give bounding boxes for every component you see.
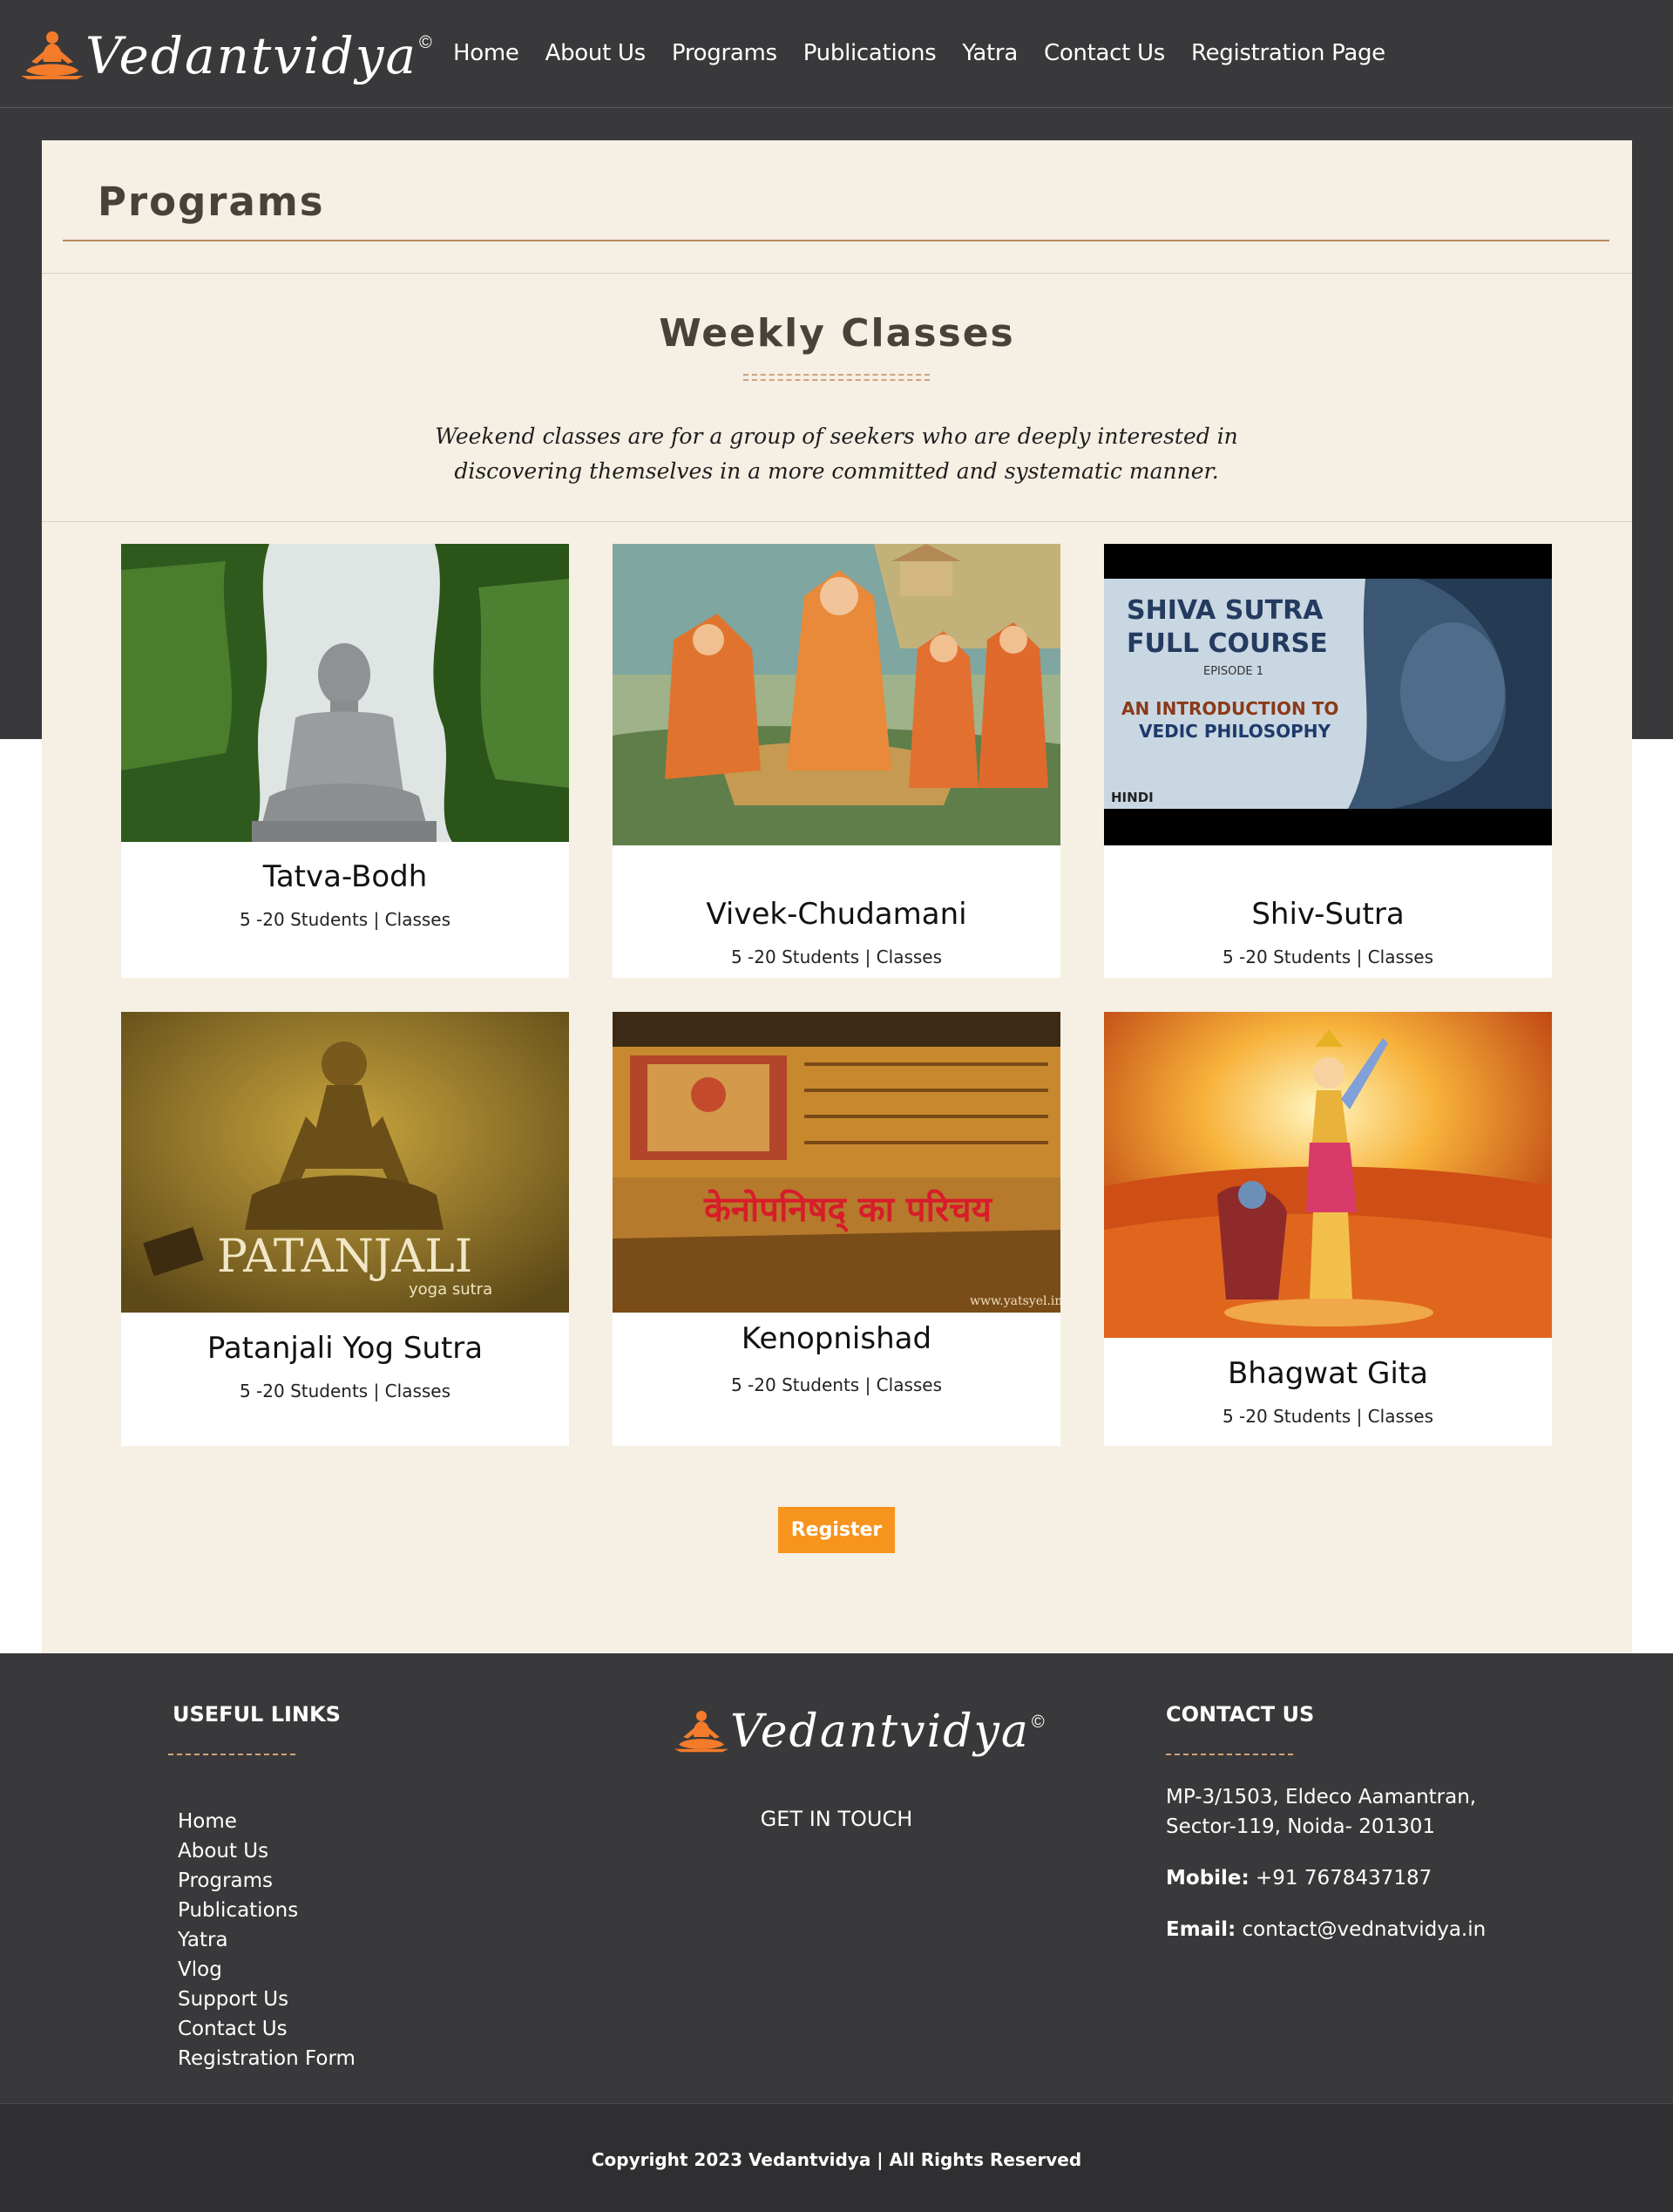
card-image [1104, 1012, 1552, 1338]
footer-logo[interactable]: Vedantvidya © [674, 1706, 1045, 1758]
useful-links-list: Home About Us Programs Publications Yatr… [178, 1807, 356, 2073]
footer-link-registration-form[interactable]: Registration Form [178, 2044, 356, 2073]
section-heading: Weekly Classes [659, 311, 1015, 356]
heading-underline [743, 374, 930, 376]
image-caption: PATANJALI [217, 1231, 472, 1283]
manuscript-image: केनोपनिषद् का परिचय www.yatsyel.in [613, 1012, 1060, 1313]
nav-contact-us[interactable]: Contact Us [1044, 40, 1165, 66]
heading-underline [1166, 1754, 1293, 1755]
krishna-arjuna-image [1104, 1012, 1552, 1338]
nav-programs[interactable]: Programs [672, 40, 777, 66]
copyright-symbol: © [1031, 1713, 1045, 1732]
thumbnail-subtitle-1: AN INTRODUCTION TO [1121, 698, 1338, 719]
copyright-text: Copyright 2023 Vedantvidya | All Rights … [591, 2149, 1082, 2170]
program-card-vivek-chudamani[interactable]: Vivek-Chudamani 5 -20 Students | Classes [613, 544, 1060, 978]
program-card-patanjali-yog-sutra[interactable]: PATANJALI yoga sutra Patanjali Yog Sutra… [121, 1012, 569, 1446]
image-caption: केनोपनिषद् का परिचय [703, 1189, 993, 1232]
section-intro: Weekend classes are for a group of seeke… [435, 424, 1238, 484]
thumbnail-episode: EPISODE 1 [1203, 665, 1263, 678]
card-meta: 5 -20 Students | Classes [1222, 947, 1434, 967]
mobile-row: Mobile: +91 7678437187 [1166, 1863, 1486, 1893]
email-row: Email: contact@vednatvidya.in [1166, 1915, 1486, 1944]
buddha-statue-image [121, 544, 569, 842]
thumbnail-language-tag: HINDI [1111, 790, 1154, 805]
footer-link-programs[interactable]: Programs [178, 1866, 356, 1896]
site-logo[interactable]: Vedantvidya © [21, 26, 432, 85]
programs-content: Programs Weekly Classes Weekend classes … [42, 140, 1632, 1653]
nav-home[interactable]: Home [453, 40, 519, 66]
email-label: Email: [1166, 1918, 1236, 1941]
copyright-bar: Copyright 2023 Vedantvidya | All Rights … [0, 2103, 1673, 2212]
program-card-tatva-bodh[interactable]: Tatva-Bodh 5 -20 Students | Classes [121, 544, 569, 978]
address: MP-3/1503, Eldeco Aamantran, Sector-119,… [1166, 1782, 1486, 1842]
program-card-kenopnishad[interactable]: केनोपनिषद् का परिचय www.yatsyel.in Kenop… [613, 1012, 1060, 1446]
logo-text: Vedantvidya [85, 26, 418, 85]
adi-shankaracharya-painting-image [613, 544, 1060, 845]
nav-registration-page[interactable]: Registration Page [1191, 40, 1385, 66]
card-title: Bhagwat Gita [1227, 1356, 1429, 1391]
main-nav: Home About Us Programs Publications Yatr… [440, 40, 1399, 66]
nav-about-us[interactable]: About Us [545, 40, 647, 66]
card-image: SHIVA SUTRA FULL COURSE EPISODE 1 AN INT… [1104, 544, 1552, 845]
meditating-figure-icon [674, 1710, 728, 1753]
site-footer: USEFUL LINKS Home About Us Programs Publ… [0, 1653, 1673, 2103]
mobile-number[interactable]: +91 7678437187 [1256, 1867, 1432, 1890]
register-button[interactable]: Register [778, 1507, 895, 1553]
card-image: PATANJALI yoga sutra [121, 1012, 569, 1313]
program-card-shiv-sutra[interactable]: SHIVA SUTRA FULL COURSE EPISODE 1 AN INT… [1104, 544, 1552, 978]
page-title: Programs [98, 179, 325, 225]
card-title: Patanjali Yog Sutra [207, 1331, 484, 1366]
card-title: Tatva-Bodh [262, 859, 428, 894]
address-line-1: MP-3/1503, Eldeco Aamantran, [1166, 1786, 1477, 1808]
card-image [121, 544, 569, 842]
patanjali-image: PATANJALI yoga sutra [121, 1012, 569, 1313]
card-meta: 5 -20 Students | Classes [730, 1374, 943, 1395]
card-title: Kenopnishad [741, 1321, 932, 1356]
image-credit: www.yatsyel.in [970, 1294, 1060, 1308]
footer-link-publications[interactable]: Publications [178, 1896, 356, 1925]
card-meta: 5 -20 Students | Classes [1222, 1406, 1434, 1427]
footer-link-about-us[interactable]: About Us [178, 1836, 356, 1866]
address-line-2: Sector-119, Noida- 201301 [1166, 1815, 1436, 1838]
footer-link-vlog[interactable]: Vlog [178, 1955, 356, 1985]
meditating-figure-icon [21, 31, 84, 79]
card-image: केनोपनिषद् का परिचय www.yatsyel.in [613, 1012, 1060, 1313]
thumbnail-title-2: FULL COURSE [1127, 628, 1328, 659]
footer-link-contact-us[interactable]: Contact Us [178, 2014, 356, 2044]
thumbnail-title-1: SHIVA SUTRA [1127, 595, 1324, 626]
card-meta: 5 -20 Students | Classes [239, 1381, 451, 1401]
shiva-sutra-video-thumbnail: SHIVA SUTRA FULL COURSE EPISODE 1 AN INT… [1104, 544, 1552, 845]
email-address[interactable]: contact@vednatvidya.in [1242, 1918, 1486, 1941]
card-title: Shiv-Sutra [1251, 897, 1405, 932]
copyright-symbol: © [419, 33, 432, 52]
heading-underline [743, 379, 930, 381]
useful-links-heading: USEFUL LINKS [173, 1702, 341, 1727]
footer-link-yatra[interactable]: Yatra [178, 1925, 356, 1955]
nav-publications[interactable]: Publications [803, 40, 937, 66]
card-title: Vivek-Chudamani [706, 897, 967, 932]
card-image [613, 544, 1060, 845]
image-subcaption: yoga sutra [409, 1280, 492, 1299]
divider [42, 521, 1632, 522]
nav-yatra[interactable]: Yatra [962, 40, 1018, 66]
footer-link-support-us[interactable]: Support Us [178, 1985, 356, 2014]
card-meta: 5 -20 Students | Classes [239, 909, 451, 930]
divider [42, 273, 1632, 274]
program-card-bhagwat-gita[interactable]: Bhagwat Gita 5 -20 Students | Classes [1104, 1012, 1552, 1446]
contact-details: MP-3/1503, Eldeco Aamantran, Sector-119,… [1166, 1782, 1486, 1966]
site-header: Vedantvidya © Home About Us Programs Pub… [0, 0, 1673, 108]
logo-text: Vedantvidya [730, 1706, 1030, 1758]
contact-us-heading: CONTACT US [1166, 1702, 1315, 1727]
thumbnail-subtitle-2: VEDIC PHILOSOPHY [1139, 721, 1331, 742]
card-meta: 5 -20 Students | Classes [730, 947, 943, 967]
heading-underline [168, 1754, 295, 1755]
mobile-label: Mobile: [1166, 1867, 1250, 1890]
